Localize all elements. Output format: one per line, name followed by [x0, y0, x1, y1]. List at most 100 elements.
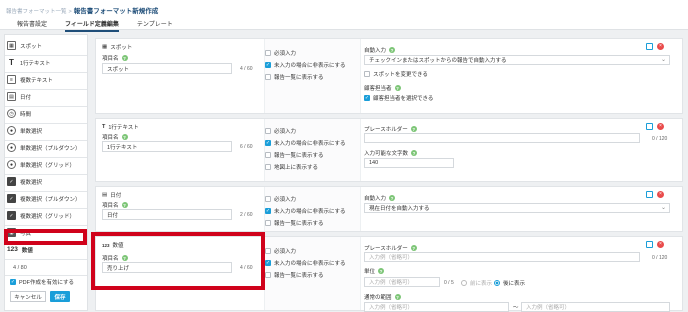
- help-icon[interactable]: ?: [410, 245, 417, 251]
- sidebar-item-label: 1行テキスト: [20, 60, 51, 67]
- sidebar-item-label: 複数テキスト: [20, 77, 53, 84]
- sidebar-item-date[interactable]: ▤ 日付: [7, 91, 85, 102]
- field-options: 必須入力 ✓ 未入力の場合に非表示にする 報告一覧に表示する: [264, 187, 361, 231]
- option-show-in-list[interactable]: 報告一覧に表示する: [265, 271, 324, 279]
- field-name-input[interactable]: スポット: [102, 63, 232, 74]
- checkbox-icon[interactable]: [265, 220, 271, 226]
- save-button[interactable]: 保存: [50, 291, 70, 302]
- copy-icon[interactable]: [646, 123, 653, 130]
- auto-input-select[interactable]: チェックインまたはスポットからの報告で自動入力する: [364, 55, 670, 65]
- option-change-spot[interactable]: スポットを変更できる: [364, 70, 428, 78]
- option-required[interactable]: 必須入力: [265, 49, 296, 57]
- placeholder-input[interactable]: 入力例（省略可）: [364, 252, 640, 262]
- sidebar-item-single-select[interactable]: ● 単数選択: [7, 125, 85, 136]
- sidebar-item-single-line-text[interactable]: T 1行テキスト: [7, 57, 85, 68]
- checkbox-icon[interactable]: [265, 164, 271, 170]
- card-actions: ×: [646, 191, 664, 198]
- delete-icon[interactable]: ×: [657, 191, 664, 198]
- delete-icon[interactable]: ×: [657, 43, 664, 50]
- field-card-single-line-text: T 1行テキスト 項目名? 1行テキスト 6 / 60 必須入力 ✓ 未入力の場合に…: [95, 118, 683, 182]
- max-length-input[interactable]: 140: [364, 158, 454, 168]
- sidebar-item-spot[interactable]: ▦ スポット: [7, 40, 85, 51]
- help-icon[interactable]: ?: [389, 47, 396, 53]
- pdf-enable-option[interactable]: ✓ PDF作成を有効にする: [10, 278, 74, 286]
- sidebar-item-multi-line-text[interactable]: ≡ 複数テキスト: [7, 74, 85, 85]
- option-hide-if-empty[interactable]: ✓ 未入力の場合に非表示にする: [265, 139, 346, 147]
- tab-bar: 報告書設定 フィールド定義編集 テンプレート: [17, 19, 173, 32]
- placeholder-input[interactable]: [364, 133, 640, 143]
- sidebar-item-photo[interactable]: ◉ 写真: [7, 227, 85, 238]
- breadcrumb-parent-link[interactable]: 報告書フォーマット一覧: [6, 9, 67, 15]
- option-required[interactable]: 必須入力: [265, 195, 296, 203]
- checkbox-icon[interactable]: [265, 196, 271, 202]
- check-icon[interactable]: ✓: [265, 62, 271, 68]
- sidebar-item-multi-select-grid[interactable]: ✓ 複数選択（グリッド）: [7, 210, 85, 221]
- check-icon[interactable]: ✓: [10, 279, 16, 285]
- sidebar-divider: [5, 123, 87, 124]
- help-icon[interactable]: ?: [121, 55, 128, 61]
- check-icon[interactable]: ✓: [265, 260, 271, 266]
- copy-icon[interactable]: [646, 191, 653, 198]
- checkbox-icon[interactable]: [265, 74, 271, 80]
- radio-icon[interactable]: [494, 280, 500, 286]
- help-icon[interactable]: ?: [389, 195, 396, 201]
- tab-report-settings[interactable]: 報告書設定: [17, 19, 47, 32]
- breadcrumb-separator: >: [68, 9, 72, 15]
- option-hide-if-empty[interactable]: ✓ 未入力の場合に非表示にする: [265, 61, 346, 69]
- field-card-number: 123 数値 項目名? 売り上げ 4 / 60 必須入力 ✓ 未入力の場合に非表示に…: [95, 236, 683, 312]
- copy-icon[interactable]: [646, 43, 653, 50]
- field-name-input[interactable]: 日付: [102, 209, 232, 220]
- sidebar-divider: [5, 174, 87, 175]
- check-icon[interactable]: ✓: [265, 140, 271, 146]
- help-icon[interactable]: ?: [121, 134, 128, 140]
- help-icon[interactable]: ?: [121, 255, 128, 261]
- tab-template[interactable]: テンプレート: [137, 19, 173, 32]
- checkbox-icon[interactable]: [265, 152, 271, 158]
- placeholder-label: プレースホルダー?: [364, 245, 417, 252]
- field-name-input[interactable]: 売り上げ: [102, 262, 232, 273]
- help-icon[interactable]: ?: [411, 150, 418, 156]
- sidebar-item-label: 単数選択（プルダウン）: [20, 145, 81, 152]
- field-name-input[interactable]: 1行テキスト: [102, 141, 232, 152]
- auto-input-select[interactable]: 現在日付を自動入力する: [364, 203, 670, 213]
- option-show-in-list[interactable]: 報告一覧に表示する: [265, 219, 324, 227]
- sidebar-item-label: 複数選択（グリッド）: [20, 213, 76, 220]
- check-icon[interactable]: ✓: [364, 95, 370, 101]
- unit-input[interactable]: 入力例（省略可）: [364, 277, 440, 287]
- sidebar-item-number[interactable]: 123 数値: [7, 244, 85, 255]
- sidebar-item-single-select-grid[interactable]: ● 単数選択（グリッド）: [7, 159, 85, 170]
- help-icon[interactable]: ?: [410, 126, 417, 132]
- option-show-in-list[interactable]: 報告一覧に表示する: [265, 151, 324, 159]
- tab-field-definition[interactable]: フィールド定義編集: [65, 19, 119, 32]
- cancel-button[interactable]: キャンセル: [10, 291, 46, 302]
- option-show-in-list[interactable]: 報告一覧に表示する: [265, 73, 324, 81]
- sidebar-item-multi-select[interactable]: ✓ 複数選択: [7, 176, 85, 187]
- checkbox-icon[interactable]: [265, 50, 271, 56]
- option-required[interactable]: 必須入力: [265, 127, 296, 135]
- option-required[interactable]: 必須入力: [265, 247, 296, 255]
- checkbox-icon[interactable]: [265, 128, 271, 134]
- help-icon[interactable]: ?: [378, 268, 385, 274]
- check-icon[interactable]: ✓: [265, 208, 271, 214]
- unit-position-before[interactable]: 前に表示: [461, 279, 492, 287]
- delete-icon[interactable]: ×: [657, 241, 664, 248]
- radio-icon[interactable]: [461, 280, 467, 286]
- checkbox-icon[interactable]: [364, 71, 370, 77]
- checkbox-icon[interactable]: [265, 248, 271, 254]
- sidebar-item-multi-select-pulldown[interactable]: ✓ 複数選択（プルダウン）: [7, 193, 85, 204]
- help-icon[interactable]: ?: [121, 202, 128, 208]
- sidebar-item-time[interactable]: ◷ 時間: [7, 108, 85, 119]
- option-hide-if-empty[interactable]: ✓ 未入力の場合に非表示にする: [265, 259, 346, 267]
- checkbox-icon[interactable]: [265, 272, 271, 278]
- option-hide-if-empty[interactable]: ✓ 未入力の場合に非表示にする: [265, 207, 346, 215]
- building-icon: ▦: [102, 44, 108, 50]
- help-icon[interactable]: ?: [394, 294, 401, 300]
- sidebar-divider: [5, 72, 87, 73]
- delete-icon[interactable]: ×: [657, 123, 664, 130]
- option-customer-select[interactable]: ✓ 顧客担当者を選択できる: [364, 94, 433, 102]
- copy-icon[interactable]: [646, 241, 653, 248]
- help-icon[interactable]: ?: [394, 85, 401, 91]
- option-show-on-map[interactable]: 地図上に表示する: [265, 163, 318, 171]
- sidebar-item-single-select-pulldown[interactable]: ● 単数選択（プルダウン）: [7, 142, 85, 153]
- unit-position-after[interactable]: 後に表示: [494, 279, 525, 287]
